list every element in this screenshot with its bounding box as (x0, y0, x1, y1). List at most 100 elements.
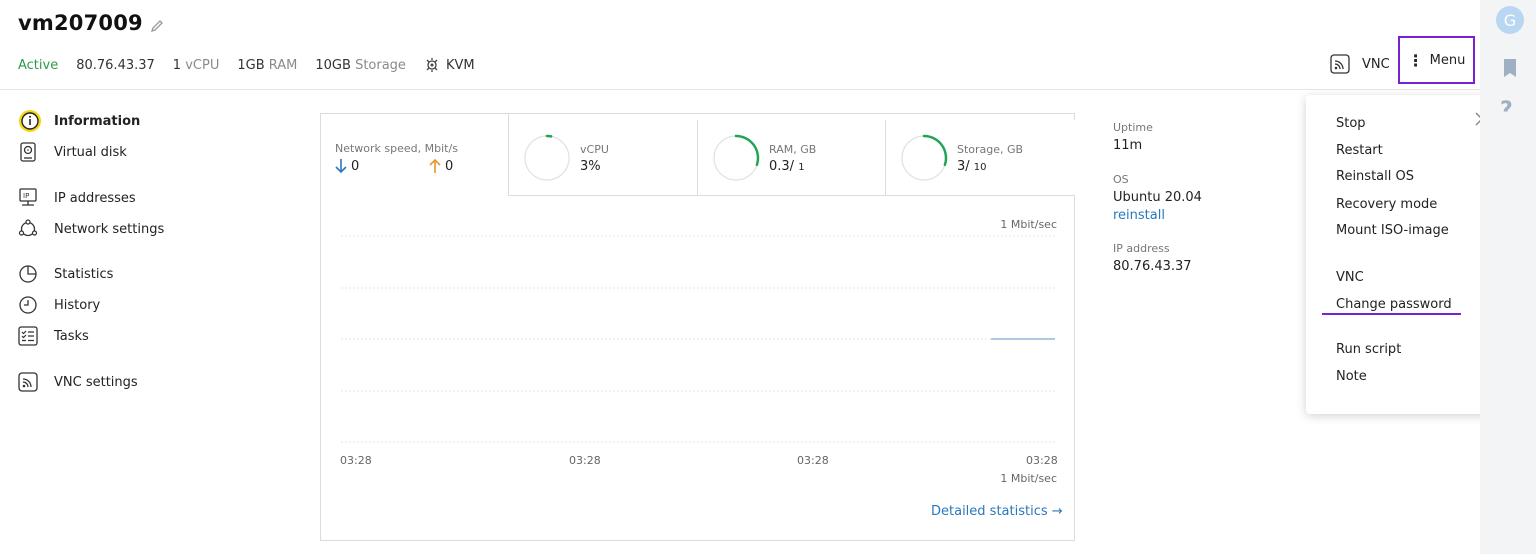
cpu-info: 1 vCPU (173, 58, 220, 73)
sidebar-item-label: History (54, 297, 101, 313)
ram-unit: RAM (268, 57, 298, 73)
network-chart: 1 Mbit/sec 03:28 03:28 03:28 03:28 1 Mbi… (321, 196, 1076, 542)
right-sidebar (1480, 0, 1536, 554)
server-menu-dropdown: Stop Restart Reinstall OS Recovery mode … (1306, 95, 1508, 414)
menu-item-restart[interactable]: Restart (1336, 143, 1383, 158)
chart-plot (341, 235, 1055, 443)
checklist-icon (18, 324, 44, 348)
vcpu-value: 3% (580, 159, 601, 174)
ram-value: 1GB (237, 57, 265, 73)
tab-network-speed[interactable]: Network speed, Mbit/s 0 0 (321, 114, 509, 196)
menu-item-stop[interactable]: Stop (1336, 116, 1366, 131)
help-icon[interactable]: ? (1500, 100, 1513, 112)
os-label: OS (1113, 173, 1129, 186)
highlight-underline (1322, 313, 1461, 315)
menu-item-note[interactable]: Note (1336, 369, 1367, 384)
ip-icon: IP (18, 186, 44, 210)
virtualization-info: KVM (424, 57, 475, 73)
sidebar-item-ip-addresses[interactable]: IP IP addresses (18, 186, 136, 210)
ip-value: 80.76.43.37 (1113, 259, 1192, 274)
vcpu-gauge (524, 134, 570, 181)
server-info-bar: Active 80.76.43.37 1 vCPU 1GB RAM 10GB S… (18, 56, 493, 74)
download-value: 0 (351, 158, 360, 174)
sidebar-item-information[interactable]: Information (18, 109, 140, 133)
vnc-button[interactable]: VNC (1330, 52, 1390, 76)
download-speed: 0 (335, 158, 359, 174)
storage-value: 3/ 10 (957, 159, 987, 174)
ip-text: 80.76.43.37 (76, 57, 155, 73)
menu-item-recovery-mode[interactable]: Recovery mode (1336, 197, 1437, 212)
tab-ram[interactable]: RAM, GB 0.3/ 1 (698, 120, 886, 196)
ram-used: 0.3/ (769, 159, 795, 174)
pie-chart-icon (18, 262, 44, 286)
tab-storage[interactable]: Storage, GB 3/ 10 (886, 120, 1075, 196)
ram-total: 1 (798, 162, 805, 173)
menu-button[interactable]: ⋮ Menu (1398, 36, 1475, 84)
sidebar-item-vnc-settings[interactable]: VNC settings (18, 370, 138, 394)
network-icon (18, 217, 44, 241)
sidebar-item-virtual-disk[interactable]: Virtual disk (18, 140, 127, 164)
sidebar-item-statistics[interactable]: Statistics (18, 262, 113, 286)
sidebar-item-label: Statistics (54, 266, 114, 282)
pencil-icon[interactable] (150, 18, 164, 37)
x-tick-label: 03:28 (1026, 454, 1058, 467)
upload-value: 0 (445, 158, 454, 174)
detailed-statistics-link[interactable]: Detailed statistics → (931, 504, 1063, 519)
sidebar-item-label: IP addresses (54, 190, 136, 206)
storage-label: Storage, GB (957, 143, 1024, 156)
kvm-icon (426, 58, 438, 72)
cpu-unit: vCPU (185, 57, 220, 73)
main-area: vm207009 Active 80.76.43.37 1 vCPU 1GB R… (0, 0, 1508, 554)
svg-text:IP: IP (23, 192, 29, 200)
chart-bottom-unit: 1 Mbit/sec (1000, 472, 1057, 485)
header-divider (0, 89, 1480, 90)
arrow-down-icon (335, 159, 347, 174)
ram-label: RAM, GB (769, 143, 817, 156)
storage-value: 10GB (315, 57, 351, 73)
storage-total: 10 (973, 162, 987, 173)
sidebar-item-label: Tasks (54, 328, 89, 344)
menu-item-reinstall-os[interactable]: Reinstall OS (1336, 169, 1414, 184)
arrow-up-icon (429, 158, 441, 173)
upload-speed: 0 (429, 158, 453, 174)
tab-vcpu[interactable]: vCPU 3% (509, 120, 698, 196)
uptime-label: Uptime (1113, 121, 1153, 134)
kvm-label: KVM (445, 57, 475, 73)
menu-item-mount-iso[interactable]: Mount ISO-image (1336, 223, 1449, 238)
sidebar-item-network-settings[interactable]: Network settings (18, 217, 164, 241)
ip-block: IP address 80.76.43.37 (1113, 242, 1192, 274)
vnc-label: VNC (1362, 56, 1390, 72)
storage-info: 10GB Storage (315, 58, 406, 73)
stats-panel: Network speed, Mbit/s 0 0 vCPU 3% RAM, G… (320, 113, 1075, 541)
bookmark-icon[interactable] (1502, 58, 1520, 82)
sidebar-item-label: Virtual disk (54, 144, 127, 160)
vnc-icon (1330, 54, 1350, 74)
menu-item-change-password[interactable]: Change password (1336, 297, 1452, 312)
sidebar-item-label: Network settings (54, 221, 165, 237)
menu-label: Menu (1429, 52, 1466, 68)
x-tick-label: 03:28 (569, 454, 601, 467)
os-value: Ubuntu 20.04 (1113, 190, 1202, 205)
disk-icon (18, 140, 44, 164)
uptime-value: 11m (1113, 138, 1143, 153)
avatar[interactable]: G (1496, 6, 1524, 34)
status-text: Active (18, 57, 59, 73)
x-tick-label: 03:28 (797, 454, 829, 467)
ram-info: 1GB RAM (237, 58, 297, 73)
info-icon (18, 109, 44, 133)
cpu-value: 1 (172, 57, 182, 73)
sidebar-item-label: VNC settings (54, 374, 138, 390)
os-block: OS Ubuntu 20.04 reinstall (1113, 173, 1202, 223)
reinstall-link[interactable]: reinstall (1113, 208, 1202, 223)
x-tick-label: 03:28 (340, 454, 372, 467)
storage-gauge (901, 134, 948, 181)
vcpu-label: vCPU (580, 143, 609, 156)
network-speed-label: Network speed, Mbit/s (335, 142, 458, 155)
ip-label: IP address (1113, 242, 1170, 255)
sidebar-item-tasks[interactable]: Tasks (18, 324, 89, 348)
storage-used: 3/ (957, 159, 970, 174)
sidebar-item-label: Information (54, 113, 141, 129)
menu-item-run-script[interactable]: Run script (1336, 342, 1401, 357)
sidebar-item-history[interactable]: History (18, 293, 100, 317)
menu-item-vnc[interactable]: VNC (1336, 270, 1364, 285)
